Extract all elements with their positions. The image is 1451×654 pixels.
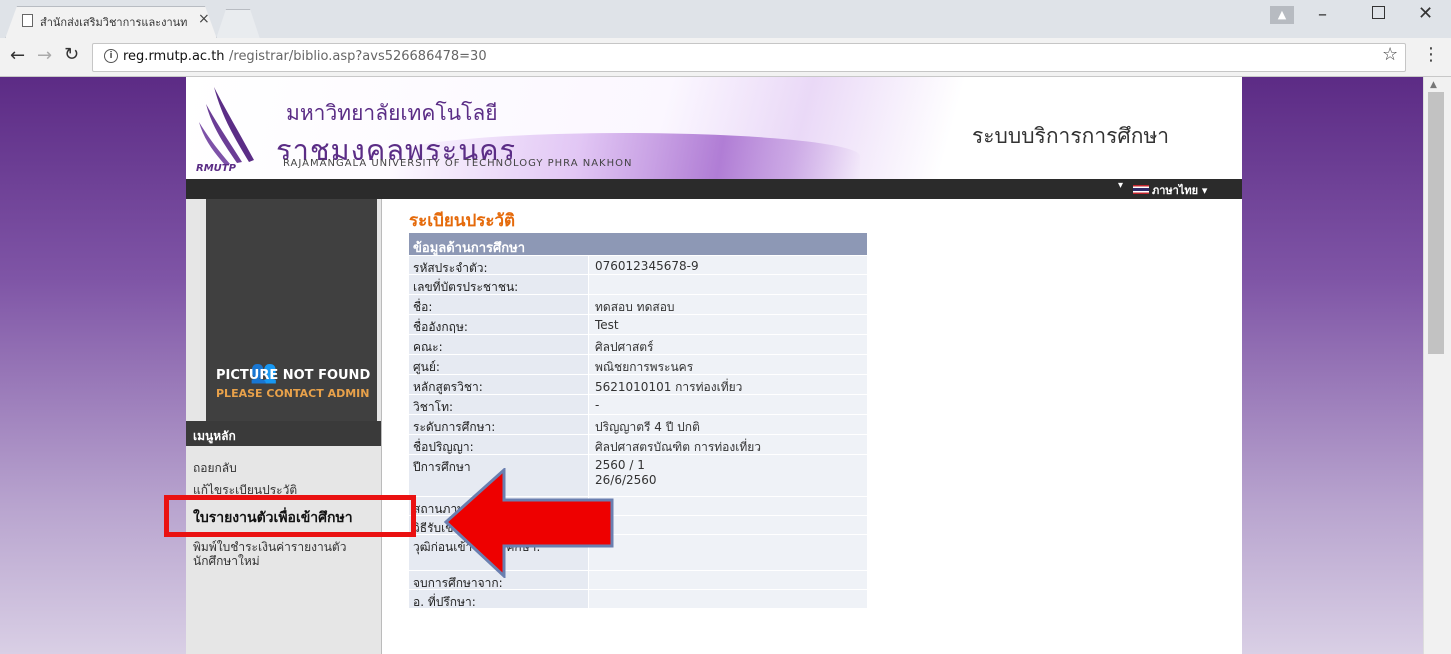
- forward-icon[interactable]: →: [37, 45, 52, 66]
- field-value-cell: 5621010101 การท่องเที่ยว: [588, 375, 867, 394]
- field-value-cell: ศิลปศาสตร์: [588, 335, 867, 354]
- menu-item-print-payment[interactable]: พิมพ์ใบชำระเงินค่ารายงานตัว นักศึกษาใหม่: [193, 540, 378, 568]
- system-title: ระบบบริการการศึกษา: [972, 124, 1170, 148]
- field-value-cell: Test: [588, 315, 867, 334]
- minimize-button[interactable]: –: [1318, 4, 1327, 25]
- highlight-box: [164, 495, 416, 537]
- field-value-cell: [588, 516, 867, 534]
- field-value: 076012345678-9: [595, 259, 699, 273]
- red-arrow-annotation: [443, 468, 614, 578]
- field-value-cell: 2560 / 1 26/6/2560: [588, 455, 867, 496]
- table-row: คณะ: ศิลปศาสตร์: [409, 335, 867, 355]
- page-title: ระเบียนประวัติ: [409, 211, 516, 231]
- university-name-thai-1: มหาวิทยาลัยเทคโนโลยี: [286, 101, 498, 125]
- scrollbar-thumb[interactable]: [1428, 92, 1444, 354]
- close-tab-icon[interactable]: ×: [198, 11, 210, 27]
- tab-strip: [0, 0, 1451, 38]
- field-value-cell: [588, 497, 867, 515]
- table-row: ชื่ออังกฤษ: Test: [409, 315, 867, 335]
- bookmark-star-icon[interactable]: ☆: [1382, 44, 1398, 65]
- section-title: ข้อมูลด้านการศึกษา: [413, 241, 526, 256]
- table-row: ระดับการศึกษา: ปริญญาตรี 4 ปี ปกติ: [409, 415, 867, 435]
- table-row: วิชาโท: -: [409, 395, 867, 415]
- field-value-cell: -: [588, 395, 867, 414]
- field-value-cell: [588, 535, 867, 570]
- university-logo: [199, 87, 254, 165]
- field-value-cell: [588, 275, 867, 294]
- table-row: อ. ที่ปรึกษา:: [409, 590, 867, 609]
- table-row: ศูนย์: พณิชยการพระนคร: [409, 355, 867, 375]
- field-value-cell: 076012345678-9: [588, 256, 867, 274]
- back-icon[interactable]: ←: [10, 45, 25, 66]
- language-selector[interactable]: ภาษาไทย ▾: [1152, 181, 1207, 199]
- table-row: ชื่อปริญญา: ศิลปศาสตรบัณฑิต การท่องเที่ยว: [409, 435, 867, 455]
- reload-icon[interactable]: ↻: [64, 44, 79, 65]
- field-value-cell: ศิลปศาสตรบัณฑิต การท่องเที่ยว: [588, 435, 867, 454]
- field-value: -: [595, 398, 600, 412]
- info-icon[interactable]: i: [104, 49, 118, 63]
- picture-not-found-text: PICTURE NOT FOUND: [216, 368, 371, 383]
- field-label: อ. ที่ปรึกษา:: [413, 595, 476, 609]
- close-window-button[interactable]: ✕: [1418, 3, 1433, 24]
- url-path: /registrar/biblio.asp?avs526686478=30: [229, 49, 487, 64]
- field-value-cell: [588, 571, 867, 589]
- logo-text: RMUTP: [196, 163, 236, 174]
- field-value-cell: ทดสอบ ทดสอบ: [588, 295, 867, 314]
- main-menu-title: เมนูหลัก: [193, 429, 236, 443]
- table-row: ชื่อ: ทดสอบ ทดสอบ: [409, 295, 867, 315]
- profile-icon[interactable]: ▲: [1270, 6, 1294, 24]
- field-value-cell: พณิชยการพระนคร: [588, 355, 867, 374]
- chevron-down-icon[interactable]: ▾: [1118, 180, 1123, 191]
- field-value: Test: [595, 318, 619, 332]
- table-row: หลักสูตรวิชา: 5621010101 การท่องเที่ยว: [409, 375, 867, 395]
- menu-item-back[interactable]: ถอยกลับ: [193, 459, 378, 478]
- contact-admin-text: PLEASE CONTACT ADMIN: [216, 387, 370, 400]
- top-navbar: [186, 179, 1242, 199]
- scroll-up-icon[interactable]: ▲: [1430, 80, 1437, 90]
- table-row: รหัสประจำตัว: 076012345678-9: [409, 256, 867, 275]
- page-icon: [22, 14, 33, 27]
- field-value-cell: ปริญญาตรี 4 ปี ปกติ: [588, 415, 867, 434]
- tab-title: สำนักส่งเสริมวิชาการและงานท: [40, 16, 188, 29]
- maximize-button[interactable]: [1372, 6, 1385, 19]
- thai-flag-icon: [1133, 185, 1149, 194]
- university-name-english: RAJAMANGALA UNIVERSITY OF TECHNOLOGY PHR…: [283, 158, 633, 169]
- browser-menu-icon[interactable]: ⋮: [1422, 44, 1440, 65]
- url-host: reg.rmutp.ac.th: [123, 49, 225, 64]
- table-row: เลขที่บัตรประชาชน:: [409, 275, 867, 295]
- field-value-cell: [588, 590, 867, 608]
